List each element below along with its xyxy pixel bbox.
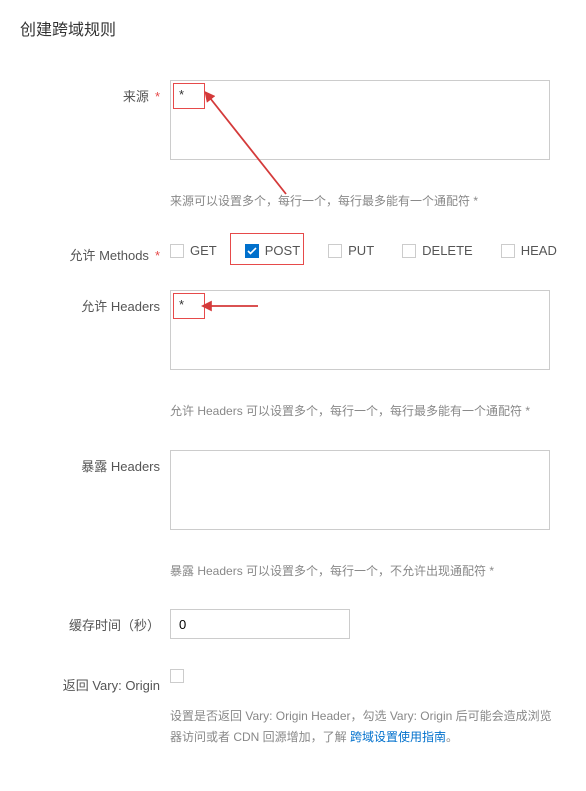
- label-allow-headers: 允许 Headers: [20, 290, 170, 315]
- checkbox-box-head: [501, 244, 515, 258]
- label-vary-origin: 返回 Vary: Origin: [20, 669, 170, 694]
- row-expose-headers: 暴露 Headers: [20, 450, 566, 533]
- checkbox-put[interactable]: PUT: [328, 243, 374, 258]
- help-source: 来源可以设置多个，每行一个，每行最多能有一个通配符 *: [170, 191, 560, 211]
- label-cache-time: 缓存时间（秒）: [20, 609, 170, 634]
- checkbox-vary-origin[interactable]: [170, 669, 566, 683]
- label-methods: 允许 Methods*: [20, 239, 170, 264]
- checkbox-delete[interactable]: DELETE: [402, 243, 473, 258]
- row-allow-headers: 允许 Headers: [20, 290, 566, 373]
- expose-headers-textarea[interactable]: [170, 450, 550, 530]
- required-mark: *: [155, 89, 160, 104]
- row-vary-origin: 返回 Vary: Origin: [20, 669, 566, 694]
- row-source: 来源*: [20, 80, 566, 163]
- checkbox-box-put: [328, 244, 342, 258]
- label-source: 来源*: [20, 80, 170, 105]
- link-cors-guide[interactable]: 跨域设置使用指南: [350, 730, 446, 744]
- required-mark: *: [155, 248, 160, 263]
- allow-headers-textarea[interactable]: [170, 290, 550, 370]
- help-allow-headers: 允许 Headers 可以设置多个，每行一个，每行最多能有一个通配符 *: [170, 401, 560, 421]
- cache-time-input[interactable]: [170, 609, 350, 639]
- checkbox-get[interactable]: GET: [170, 243, 217, 258]
- row-methods: 允许 Methods* GET POST PUT DELETE HEAD: [20, 239, 566, 264]
- checkbox-box-post: [245, 244, 259, 258]
- help-expose-headers: 暴露 Headers 可以设置多个，每行一个，不允许出现通配符 *: [170, 561, 560, 581]
- checkbox-box-delete: [402, 244, 416, 258]
- label-expose-headers: 暴露 Headers: [20, 450, 170, 475]
- checkbox-box-vary: [170, 669, 184, 683]
- source-textarea[interactable]: [170, 80, 550, 160]
- checkbox-head[interactable]: HEAD: [501, 243, 557, 258]
- row-cache-time: 缓存时间（秒）: [20, 609, 566, 639]
- help-vary-origin: 设置是否返回 Vary: Origin Header，勾选 Vary: Orig…: [170, 706, 560, 747]
- page-title: 创建跨域规则: [20, 16, 566, 40]
- checkbox-post[interactable]: POST: [245, 243, 300, 258]
- checkbox-box-get: [170, 244, 184, 258]
